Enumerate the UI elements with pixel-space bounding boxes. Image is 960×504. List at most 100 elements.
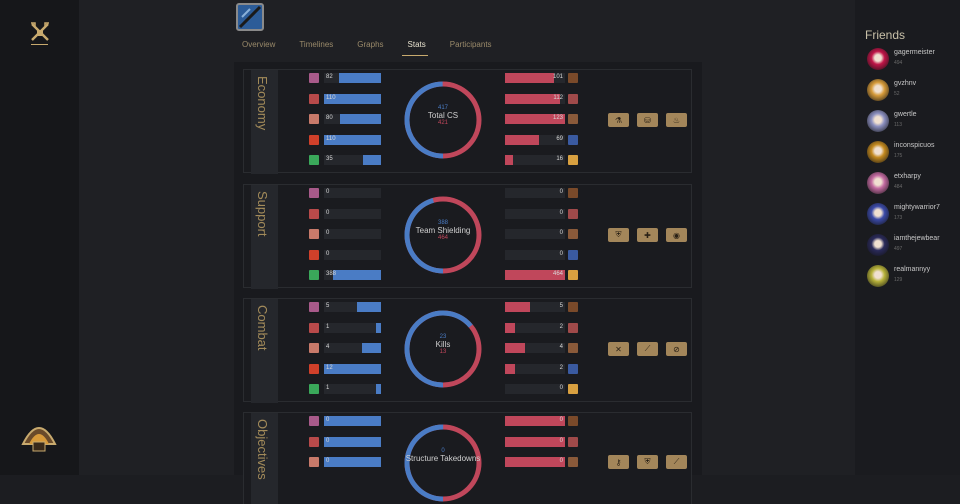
blue-stat-bar: 82 [324, 73, 381, 83]
logo-underline [31, 44, 48, 45]
red-champion-icon [568, 364, 578, 374]
red-champion-icon [568, 250, 578, 260]
blue-stat-value: 0 [326, 230, 330, 236]
blue-champion-icon [309, 343, 319, 353]
stat-filter-button[interactable]: ✕ [608, 342, 629, 356]
red-stat-fill [505, 416, 565, 426]
stat-filter-button[interactable]: ⊘ [666, 342, 687, 356]
friend-item[interactable]: gwertle 113 [867, 108, 959, 134]
red-champion-icon [568, 416, 578, 426]
friend-item[interactable]: realmannyy 129 [867, 263, 959, 289]
red-stat-value: 4 [559, 344, 563, 350]
section-label-text: Economy [255, 76, 270, 131]
blue-champion-icon [309, 188, 319, 198]
blue-stat-fill [362, 343, 381, 353]
blue-champion-icon [309, 209, 319, 219]
red-stat-value: 101 [552, 74, 563, 80]
tab-stats[interactable]: Stats [401, 38, 428, 56]
red-stat-fill [505, 155, 513, 165]
blue-stat-bar: 0 [324, 457, 381, 467]
blue-stat-bar: 4 [324, 343, 381, 353]
friends-title: Friends [865, 28, 906, 42]
tab-bar: Overview Timelines Graphs Stats Particip… [236, 38, 510, 56]
left-sidebar [0, 0, 79, 475]
friend-name: realmannyy [894, 266, 931, 273]
tab-timelines[interactable]: Timelines [293, 38, 335, 56]
blue-stat-bar: 388 [324, 270, 381, 280]
stat-filter-button[interactable]: ✚ [637, 228, 658, 242]
stat-filter-button[interactable]: ⚷ [608, 455, 629, 469]
blue-stat-value: 0 [326, 210, 330, 216]
blue-champion-icon [309, 250, 319, 260]
stat-filter-button[interactable]: ⚗ [608, 113, 629, 127]
friend-level: 494 [894, 60, 903, 66]
blue-stat-fill [324, 416, 381, 426]
stat-filter-button[interactable]: ⟋ [637, 342, 658, 356]
friend-avatar [867, 203, 889, 225]
stat-filter-button[interactable]: ⛁ [637, 113, 658, 127]
tab-overview[interactable]: Overview [236, 38, 277, 56]
blue-stat-fill [339, 114, 381, 124]
red-champion-icon [568, 229, 578, 239]
friend-level: 113 [894, 122, 902, 128]
red-stat-value: 2 [559, 365, 563, 371]
crossed-swords-icon[interactable] [29, 21, 51, 45]
friend-avatar [867, 79, 889, 101]
blue-champion-icon [309, 437, 319, 447]
blue-champion-icon [309, 135, 319, 145]
red-stat-value: 0 [559, 417, 563, 423]
friend-item[interactable]: gagermeister 494 [867, 46, 959, 72]
friend-name: inconspicuos [894, 142, 935, 149]
red-stat-bar: 5 [505, 302, 565, 312]
blue-stat-bar: 12 [324, 364, 381, 374]
blue-stat-bar: 110 [324, 94, 381, 104]
rank-emblem-icon[interactable] [20, 418, 58, 454]
donut-center-text: 23 Kills 13 [402, 334, 484, 355]
friends-panel: Friends gagermeister 494 gvzhnv 52 gwertle 11… [855, 0, 960, 475]
friend-item[interactable]: gvzhnv 52 [867, 77, 959, 103]
red-champion-icon [568, 323, 578, 333]
blue-stat-value: 1 [326, 324, 330, 330]
blue-stat-value: 388 [326, 271, 337, 277]
donut-title: Structure Takedowns [405, 454, 481, 463]
friend-avatar [867, 48, 889, 70]
red-stat-bar: 101 [505, 73, 565, 83]
red-stat-value: 2 [559, 324, 563, 330]
red-stat-bar: 2 [505, 364, 565, 374]
tab-graphs[interactable]: Graphs [351, 38, 385, 56]
red-stat-value: 0 [559, 210, 563, 216]
friend-avatar [867, 265, 889, 287]
stat-filter-button[interactable]: ⟋ [666, 455, 687, 469]
blue-champion-icon [309, 114, 319, 124]
blue-stat-value: 0 [326, 251, 330, 257]
friend-item[interactable]: etxharpy 484 [867, 170, 959, 196]
stat-filter-button[interactable]: ⛨ [608, 228, 629, 242]
blue-stat-value: 80 [326, 115, 333, 121]
stat-filter-button[interactable]: ◉ [666, 228, 687, 242]
red-champion-icon [568, 209, 578, 219]
blue-stat-bar: 35 [324, 155, 381, 165]
blue-stat-value: 0 [326, 438, 330, 444]
red-stat-bar: 69 [505, 135, 565, 145]
red-stat-bar: 4 [505, 343, 565, 353]
red-stat-bar: 0 [505, 188, 565, 198]
stat-filter-button[interactable]: ⛨ [637, 455, 658, 469]
friend-item[interactable]: inconspicuos 175 [867, 139, 959, 165]
red-stat-bar: 2 [505, 323, 565, 333]
tab-participants[interactable]: Participants [444, 38, 494, 56]
red-champion-icon [568, 437, 578, 447]
blue-stat-bar: 1 [324, 323, 381, 333]
blue-stat-value: 12 [326, 365, 333, 371]
blue-stat-value: 110 [326, 136, 336, 142]
blue-champion-icon [309, 323, 319, 333]
friend-item[interactable]: iamthejewbear 497 [867, 232, 959, 258]
red-stat-value: 464 [552, 271, 563, 277]
blue-stat-bar: 0 [324, 250, 381, 260]
stat-filter-button[interactable]: ♨ [666, 113, 687, 127]
blue-stat-value: 0 [326, 189, 330, 195]
friend-item[interactable]: mightywarrior7 173 [867, 201, 959, 227]
red-champion-icon [568, 135, 578, 145]
red-stat-value: 0 [559, 251, 563, 257]
friend-avatar [867, 172, 889, 194]
blue-stat-value: 35 [326, 156, 333, 162]
